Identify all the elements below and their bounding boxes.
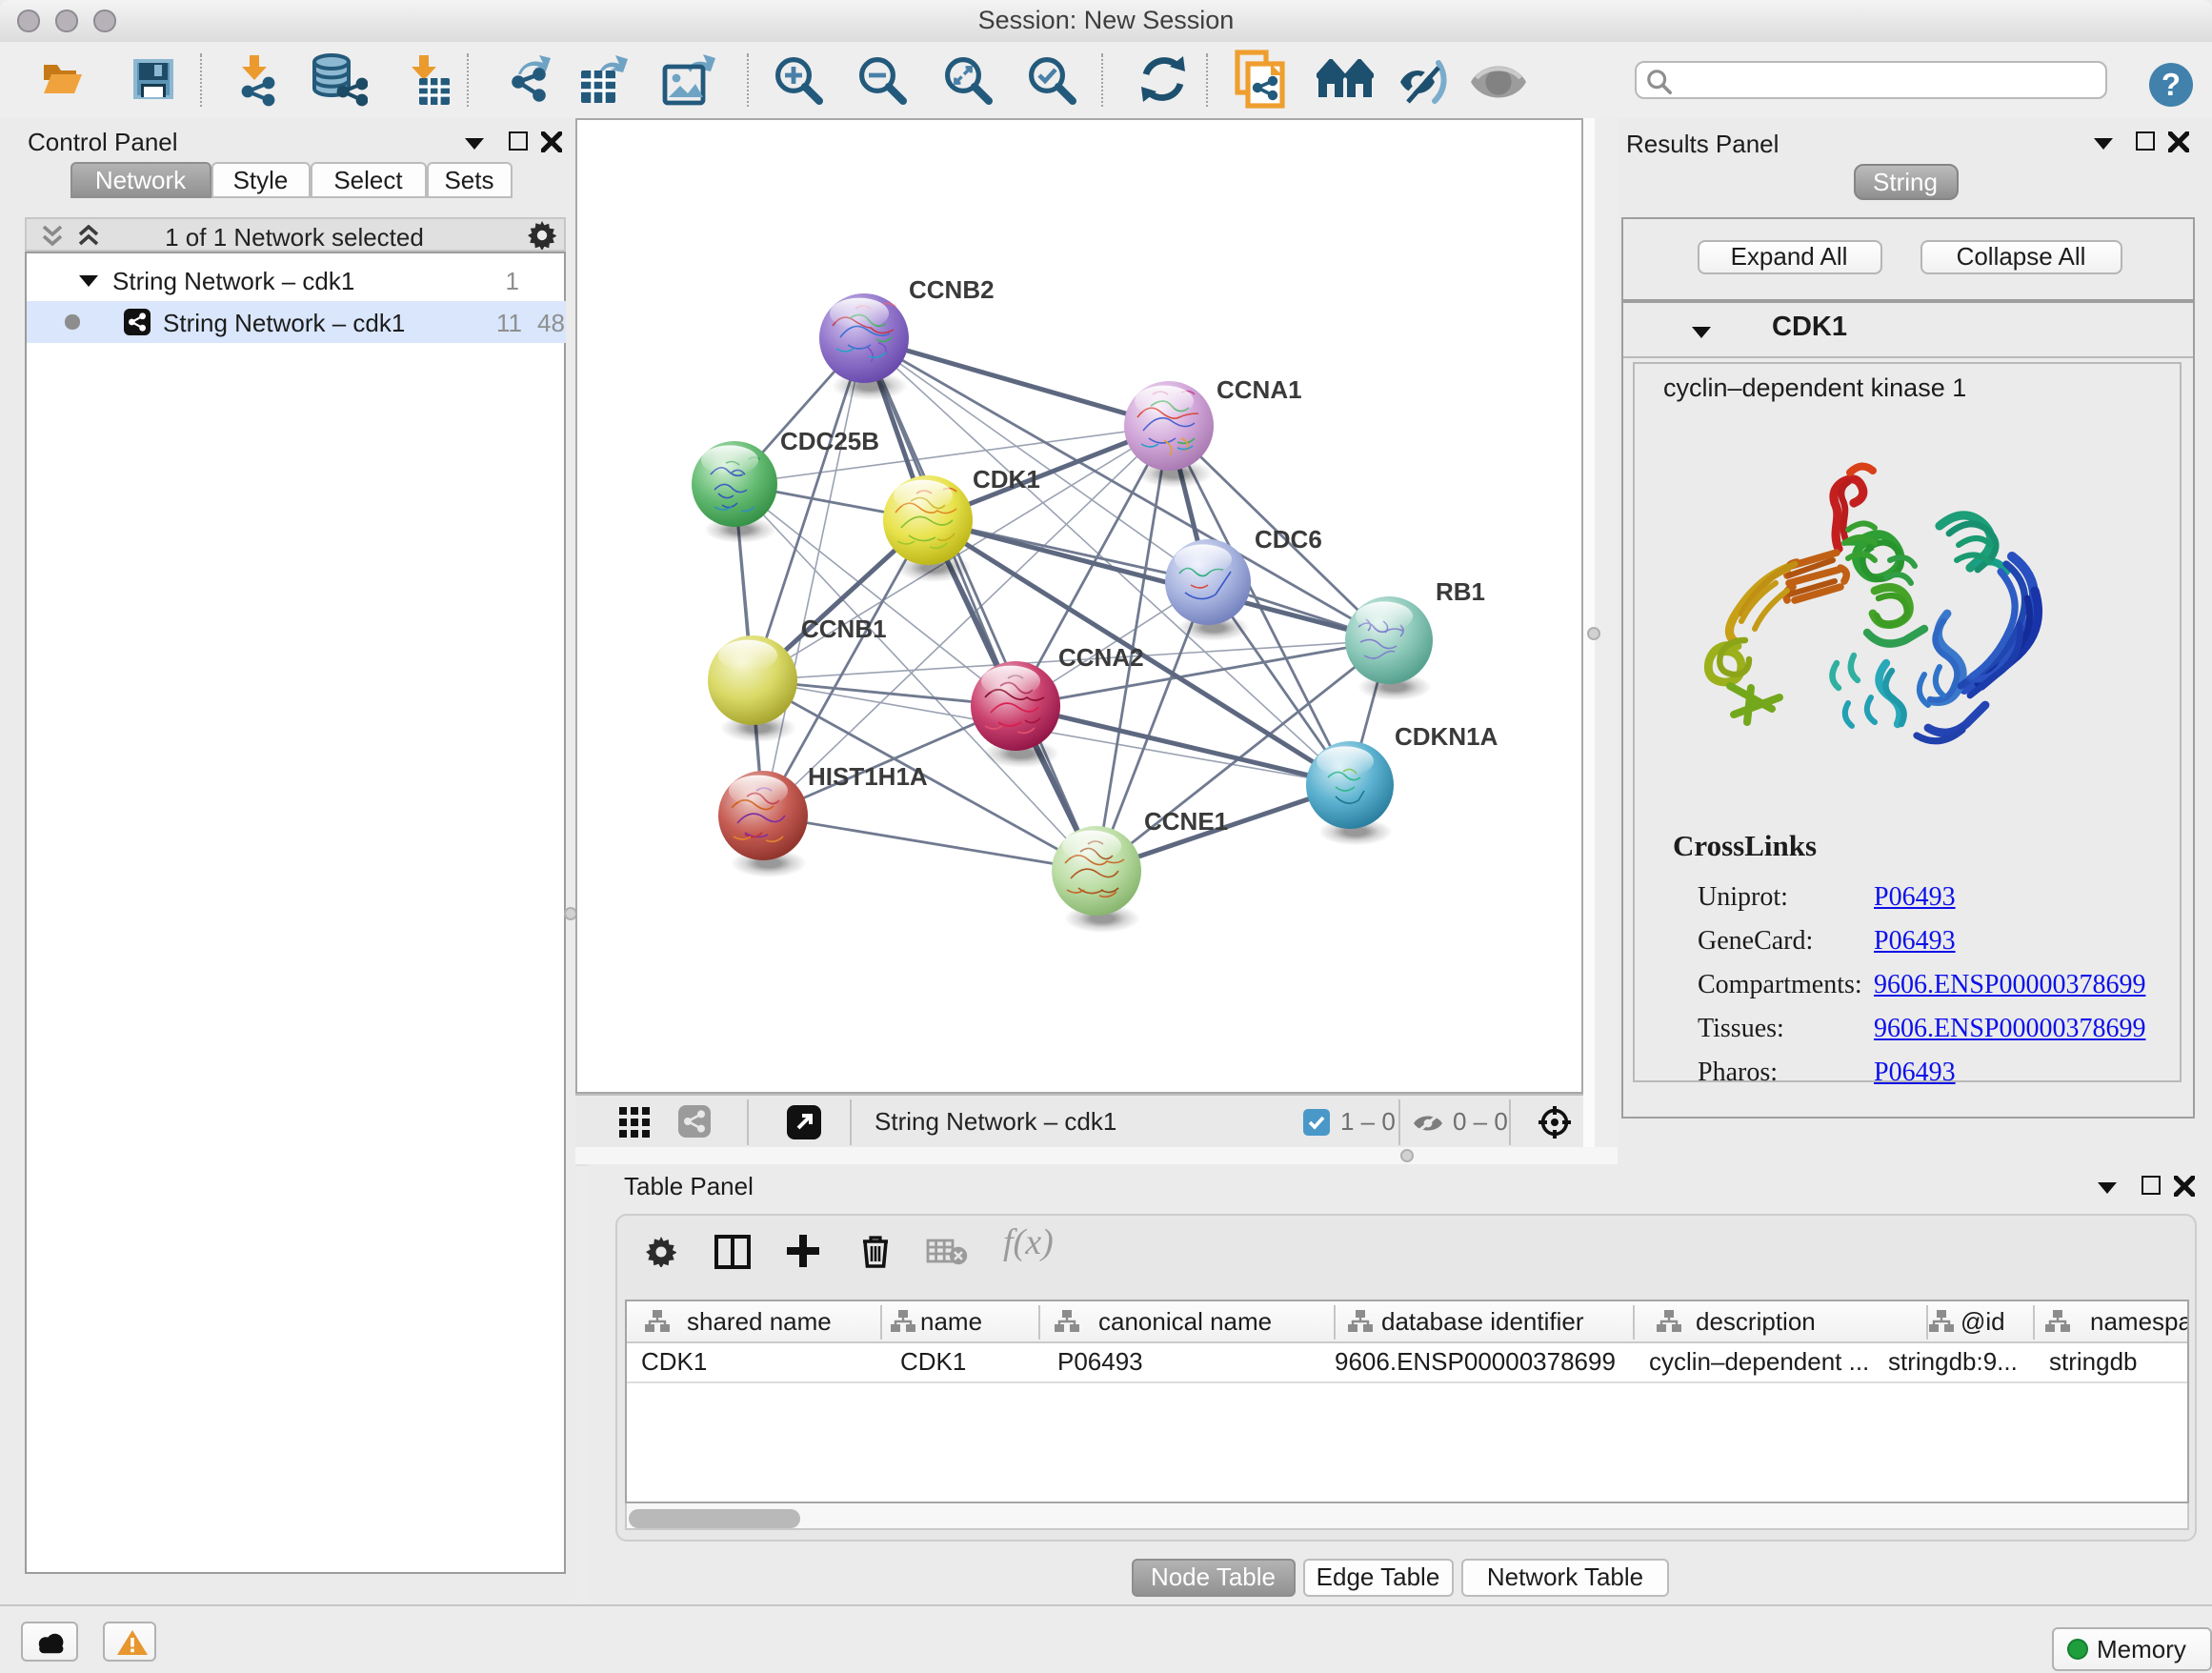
svg-text:CCNB2: CCNB2 (908, 275, 994, 304)
svg-text:CDC6: CDC6 (1254, 525, 1321, 554)
svg-text:RB1: RB1 (1435, 577, 1484, 606)
svg-text:CDC25B: CDC25B (779, 427, 878, 455)
svg-text:CDKN1A: CDKN1A (1394, 722, 1498, 751)
svg-text:CDK1: CDK1 (972, 465, 1039, 494)
svg-text:CCNA1: CCNA1 (1216, 375, 1301, 404)
svg-text:CCNB1: CCNB1 (800, 615, 886, 643)
svg-text:CCNA2: CCNA2 (1057, 643, 1143, 672)
svg-text:HIST1H1A: HIST1H1A (807, 762, 927, 791)
svg-text:?: ? (2162, 66, 2181, 101)
svg-text:CCNE1: CCNE1 (1143, 807, 1227, 836)
